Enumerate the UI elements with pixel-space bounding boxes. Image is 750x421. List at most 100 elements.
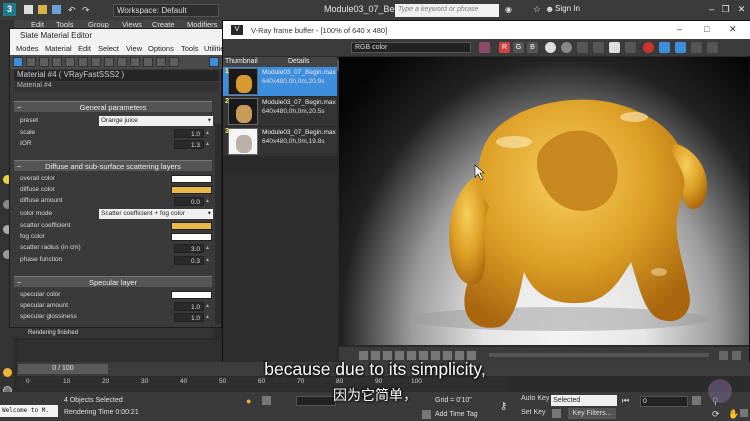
select-by-material-icon[interactable] <box>209 57 219 67</box>
sme-menu-options[interactable]: Options <box>148 44 174 53</box>
set-key-button[interactable]: Set Key <box>521 409 546 416</box>
history-item[interactable]: 1 Module03_07_Begin.max 640x480,0h,0m,20… <box>223 67 337 96</box>
parameter-editor-icon[interactable] <box>169 57 179 67</box>
search-input[interactable]: Type a keyword or phrase <box>395 4 499 17</box>
close-icon[interactable]: ✕ <box>735 3 748 16</box>
spinner-arrows-icon[interactable]: ▲ <box>205 313 210 322</box>
specular-glossiness-spinner[interactable]: 1.0 ▲ <box>174 313 210 322</box>
specular-amount-spinner[interactable]: 1.0 ▲ <box>174 302 210 311</box>
green-channel-icon[interactable]: G <box>513 42 524 53</box>
rendered-image[interactable] <box>339 57 749 345</box>
alpha-icon[interactable] <box>545 42 556 53</box>
history-item[interactable]: 2 Module03_07_Begin.max 640x480,0h,0m,20… <box>223 97 337 126</box>
diffuse-amount-spinner[interactable]: 0.0 ▲ <box>174 197 210 206</box>
vfb-minimize-icon[interactable]: – <box>677 24 682 34</box>
sun-icon[interactable] <box>3 368 12 377</box>
preset-dropdown[interactable]: Orange juice ▾ <box>99 116 213 126</box>
spinner-arrows-icon[interactable]: ▲ <box>205 140 210 149</box>
time-config-icon[interactable] <box>692 396 701 405</box>
save-all-icon[interactable] <box>593 42 604 53</box>
next-icon[interactable] <box>719 351 728 360</box>
vfb-close-icon[interactable]: ✕ <box>729 24 737 35</box>
diffuse-sss-rollout[interactable]: − Diffuse and sub-surface scattering laye… <box>14 160 212 171</box>
spinner-arrows-icon[interactable]: ▲ <box>205 244 210 253</box>
channel-dropdown[interactable]: RGB color <box>351 42 471 53</box>
save-file-icon[interactable] <box>52 5 61 14</box>
clear-icon[interactable] <box>609 42 620 53</box>
blue-channel-icon[interactable]: B <box>527 42 538 53</box>
spinner-arrows-icon[interactable]: ▲ <box>205 256 210 265</box>
sme-menu-modes[interactable]: Modes <box>16 44 39 53</box>
sme-menu-view[interactable]: View <box>126 44 142 53</box>
color-mode-dropdown[interactable]: Scatter coefficient + fog color ▾ <box>99 209 213 219</box>
scatter-coefficient-swatch[interactable] <box>171 222 212 230</box>
duplicate-icon[interactable] <box>625 42 636 53</box>
history-item[interactable]: 3 Module03_07_Begin.max 640x480,0h,0m,19… <box>223 127 337 156</box>
put-material-icon[interactable] <box>39 57 49 67</box>
select-tool-icon[interactable] <box>13 57 23 67</box>
layout-children-icon[interactable] <box>143 57 153 67</box>
ior-spinner[interactable]: 1.3 ▲ <box>174 140 210 149</box>
go-to-start-icon[interactable]: ⏮ <box>622 396 629 406</box>
specular-layer-rollout[interactable]: − Specular layer <box>14 276 212 287</box>
render-last-icon[interactable] <box>643 42 654 53</box>
spinner-arrows-icon[interactable]: ▲ <box>205 129 210 138</box>
fog-color-swatch[interactable] <box>171 233 212 241</box>
print-icon[interactable] <box>691 42 702 53</box>
show-background-icon[interactable] <box>117 57 127 67</box>
hide-icon[interactable] <box>91 57 101 67</box>
track-mouse-icon[interactable] <box>675 42 686 53</box>
workspace-dropdown[interactable]: Workspace: Default <box>113 4 219 17</box>
pan-icon[interactable]: ✋ <box>728 409 739 420</box>
pixel-info-icon[interactable] <box>707 42 718 53</box>
spinner-arrows-icon[interactable]: ▲ <box>205 302 210 311</box>
user-icon[interactable]: ☻ <box>545 4 554 14</box>
diffuse-color-swatch[interactable] <box>171 186 212 194</box>
app-logo-icon[interactable]: 3 <box>3 3 16 16</box>
phase-function-spinner[interactable]: 0.3 ▲ <box>174 256 210 265</box>
sme-menu-edit[interactable]: Edit <box>78 44 91 53</box>
orbit-icon[interactable]: ⟳ <box>712 409 720 420</box>
sign-in-link[interactable]: Sign In <box>555 4 580 13</box>
sme-menu-material[interactable]: Material <box>45 44 72 53</box>
material-map-navigator-icon[interactable] <box>156 57 166 67</box>
scale-spinner[interactable]: 1.0 ▲ <box>174 129 210 138</box>
maxscript-listener[interactable]: Welcome to M. <box>0 405 58 417</box>
sme-scrollbar[interactable] <box>215 124 221 324</box>
time-tag-icon[interactable] <box>422 410 431 419</box>
binoculars-icon[interactable]: ◉ <box>505 5 512 14</box>
pick-material-icon[interactable] <box>26 57 36 67</box>
add-time-tag-button[interactable]: Add Time Tag <box>435 411 478 418</box>
save-icon[interactable] <box>577 42 588 53</box>
general-parameters-rollout[interactable]: − General parameters <box>14 101 212 112</box>
current-frame-field[interactable]: 0 <box>640 396 688 407</box>
move-children-icon[interactable] <box>78 57 88 67</box>
sme-menu-tools[interactable]: Tools <box>181 44 199 53</box>
redo-icon[interactable]: ↷ <box>82 5 91 15</box>
assign-material-icon[interactable] <box>52 57 62 67</box>
layout-icon[interactable] <box>130 57 140 67</box>
sme-menu-select[interactable]: Select <box>98 44 119 53</box>
time-slider[interactable]: 0 / 100 <box>18 364 108 374</box>
star-icon[interactable]: ☆ <box>533 4 541 15</box>
specular-color-swatch[interactable] <box>171 291 212 299</box>
restore-icon[interactable]: ❐ <box>719 3 732 16</box>
mono-icon[interactable] <box>561 42 572 53</box>
show-map-icon[interactable] <box>104 57 114 67</box>
key-filters-button[interactable]: Key Filters... <box>568 408 616 419</box>
minimize-icon[interactable]: – <box>705 3 718 16</box>
vfb-restore-icon[interactable]: □ <box>704 24 709 34</box>
open-file-icon[interactable] <box>38 5 47 14</box>
region-icon[interactable] <box>659 42 670 53</box>
heart-icon[interactable] <box>479 42 490 53</box>
material-name-field[interactable]: Material #4 <box>14 82 219 92</box>
delete-icon[interactable] <box>65 57 75 67</box>
maximize-viewport-icon[interactable] <box>740 409 748 417</box>
overall-color-swatch[interactable] <box>171 175 212 183</box>
scatter-radius-spinner[interactable]: 3.0 ▲ <box>174 244 210 253</box>
new-file-icon[interactable] <box>24 5 33 14</box>
red-channel-icon[interactable]: R <box>499 42 510 53</box>
options-icon[interactable] <box>732 351 741 360</box>
undo-icon[interactable]: ↶ <box>68 5 77 15</box>
set-key-icon[interactable] <box>552 409 561 418</box>
